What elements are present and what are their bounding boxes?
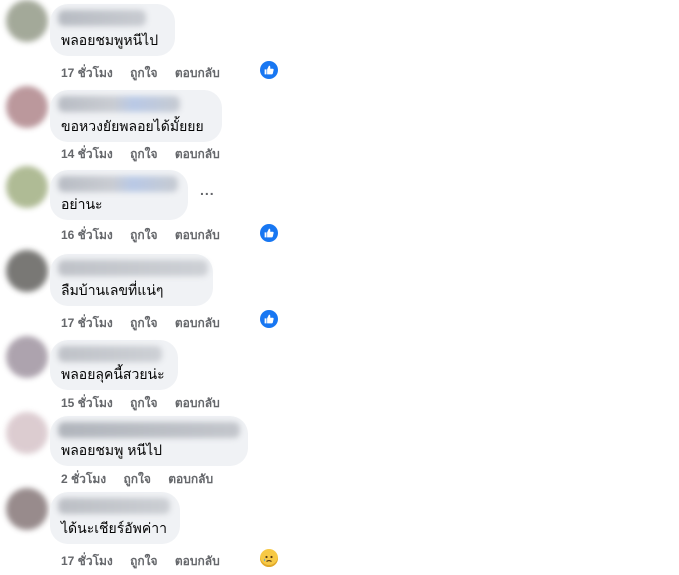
comment-actions: 17 ชั่วโมง ถูกใจ ตอบกลับ [61, 314, 234, 333]
comment-time: 16 ชั่วโมง [61, 228, 113, 242]
reply-button[interactable]: ตอบกลับ [175, 396, 220, 410]
like-button[interactable]: ถูกใจ [123, 472, 150, 486]
sad-face-icon[interactable] [260, 549, 278, 567]
comment-text: อย่านะ [61, 196, 103, 212]
comment-bubble: พลอยลุคนี้สวยน่ะ [50, 340, 178, 390]
reply-button[interactable]: ตอบกลับ [175, 66, 220, 80]
comment-bubble: ได้นะเชียร์อัพค่าา [50, 492, 180, 544]
reply-button[interactable]: ตอบกลับ [168, 472, 213, 486]
reply-button[interactable]: ตอบกลับ [175, 316, 220, 330]
blurred-author-name[interactable] [58, 176, 178, 192]
comment-bubble: พลอยชมพู หนีไป [50, 416, 248, 466]
comment-text: พลอยชมพูหนีไป [61, 32, 159, 48]
comment-text: ลืมบ้านเลขที่แน่ๆ [61, 282, 164, 298]
like-icon[interactable] [260, 61, 278, 79]
like-button[interactable]: ถูกใจ [130, 316, 157, 330]
reply-button[interactable]: ตอบกลับ [175, 147, 220, 161]
avatar[interactable] [6, 250, 48, 292]
avatar[interactable] [6, 0, 48, 42]
comment-time: 14 ชั่วโมง [61, 147, 113, 161]
comment-bubble: อย่านะ [50, 170, 188, 220]
comment-actions: 14 ชั่วโมง ถูกใจ ตอบกลับ [61, 145, 234, 164]
like-button[interactable]: ถูกใจ [130, 396, 157, 410]
like-button[interactable]: ถูกใจ [130, 228, 157, 242]
blurred-author-name[interactable] [58, 498, 170, 514]
comment-time: 17 ชั่วโมง [61, 66, 113, 80]
comment-text: ได้นะเชียร์อัพค่าา [61, 520, 167, 536]
blurred-author-name[interactable] [58, 346, 162, 362]
avatar[interactable] [6, 166, 48, 208]
blurred-author-name[interactable] [58, 260, 208, 276]
reply-button[interactable]: ตอบกลับ [175, 228, 220, 242]
comment-text: ขอหวงยัยพลอยได้มั้ยยย [61, 118, 204, 134]
comment-time: 17 ชั่วโมง [61, 316, 113, 330]
blurred-author-name[interactable] [58, 422, 240, 438]
comment-actions: 16 ชั่วโมง ถูกใจ ตอบกลับ [61, 226, 234, 245]
avatar[interactable] [6, 336, 48, 378]
blurred-author-name[interactable] [58, 96, 180, 112]
comment-text: พลอยลุคนี้สวยน่ะ [61, 366, 165, 382]
like-button[interactable]: ถูกใจ [130, 554, 157, 568]
comment-actions: 17 ชั่วโมง ถูกใจ ตอบกลับ [61, 552, 234, 571]
comment-time: 17 ชั่วโมง [61, 554, 113, 568]
like-icon[interactable] [260, 310, 278, 328]
avatar[interactable] [6, 86, 48, 128]
more-options-icon[interactable]: ... [200, 182, 215, 198]
comment-bubble: ขอหวงยัยพลอยได้มั้ยยย [50, 90, 222, 142]
comment-bubble: ลืมบ้านเลขที่แน่ๆ [50, 254, 213, 306]
comment-bubble: พลอยชมพูหนีไป [50, 4, 175, 56]
like-button[interactable]: ถูกใจ [130, 147, 157, 161]
comment-text: พลอยชมพู หนีไป [61, 442, 162, 458]
blurred-author-name[interactable] [58, 10, 146, 26]
like-button[interactable]: ถูกใจ [130, 66, 157, 80]
comment-time: 15 ชั่วโมง [61, 396, 113, 410]
comment-time: 2 ชั่วโมง [61, 472, 107, 486]
avatar[interactable] [6, 412, 48, 454]
reply-button[interactable]: ตอบกลับ [175, 554, 220, 568]
comment-actions: 17 ชั่วโมง ถูกใจ ตอบกลับ [61, 64, 234, 83]
comment-actions: 15 ชั่วโมง ถูกใจ ตอบกลับ [61, 394, 234, 413]
like-icon[interactable] [260, 224, 278, 242]
avatar[interactable] [6, 488, 48, 530]
comment-actions: 2 ชั่วโมง ถูกใจ ตอบกลับ [61, 470, 227, 489]
